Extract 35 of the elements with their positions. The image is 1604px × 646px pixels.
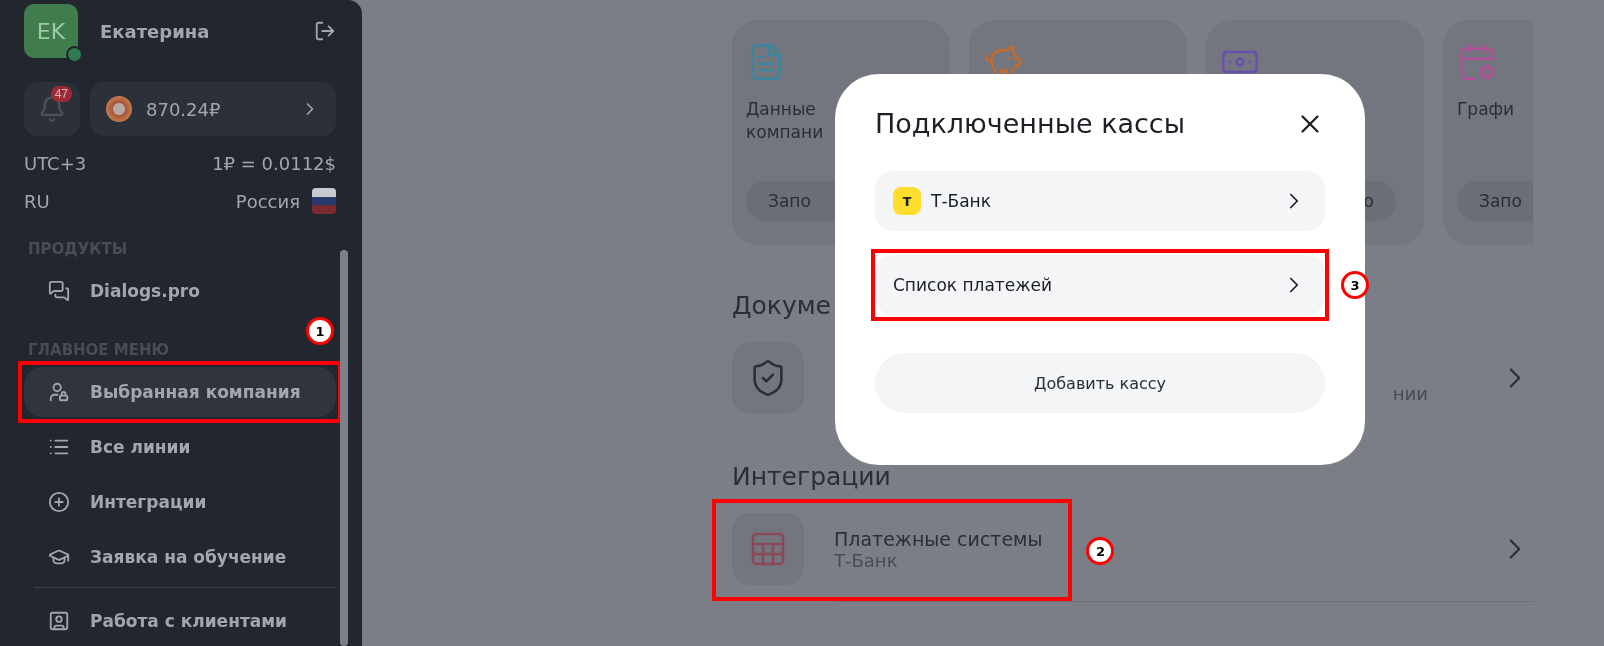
- info-label: UTC+3: [24, 152, 87, 174]
- step-marker: 1: [306, 317, 334, 345]
- balance-button[interactable]: 870.24₽: [90, 82, 336, 136]
- plus-circle-icon: [48, 491, 70, 513]
- user-lock-icon: [48, 381, 70, 403]
- menu-item[interactable]: Работа с клиентами: [24, 596, 336, 646]
- card-title: компани: [746, 121, 824, 144]
- menu-item[interactable]: Выбранная компания: [24, 367, 336, 417]
- add-register-button[interactable]: Добавить кассу: [875, 353, 1325, 413]
- menu-item[interactable]: Заявка на обучение: [24, 532, 336, 582]
- info-label: RU: [24, 190, 50, 212]
- info-value: Россия: [235, 190, 300, 212]
- card-title: Данные: [746, 98, 816, 121]
- contact-card-icon: [48, 610, 70, 632]
- row-title[interactable]: Платежные системы: [834, 527, 1043, 550]
- coin-icon: [106, 96, 132, 122]
- menu-item[interactable]: Интеграции: [24, 477, 336, 527]
- step-marker: 2: [1086, 537, 1115, 565]
- user-name: Екатерина: [100, 20, 211, 42]
- section-heading: Интеграции: [732, 462, 892, 491]
- section-heading: Докуме: [732, 291, 832, 320]
- modal-title: Подключенные кассы: [875, 108, 1186, 139]
- menu-item[interactable]: Dialogs.pro: [24, 266, 336, 316]
- chat-icon: [48, 280, 70, 302]
- notification-count: 47: [50, 86, 72, 102]
- scrollbar[interactable]: [340, 250, 348, 646]
- notifications-button[interactable]: 47: [24, 82, 80, 136]
- list-row[interactable]: Список платежей: [875, 255, 1325, 315]
- logout-icon[interactable]: [314, 20, 336, 42]
- card-title: Графи: [1457, 98, 1515, 121]
- bank-logo: т: [893, 187, 921, 215]
- menu-item[interactable]: Все линии: [24, 422, 336, 472]
- list-row[interactable]: т Т-Банк: [875, 171, 1325, 231]
- info-value: 1₽ = 0.0112$: [212, 152, 336, 174]
- step-marker: 3: [1341, 271, 1369, 299]
